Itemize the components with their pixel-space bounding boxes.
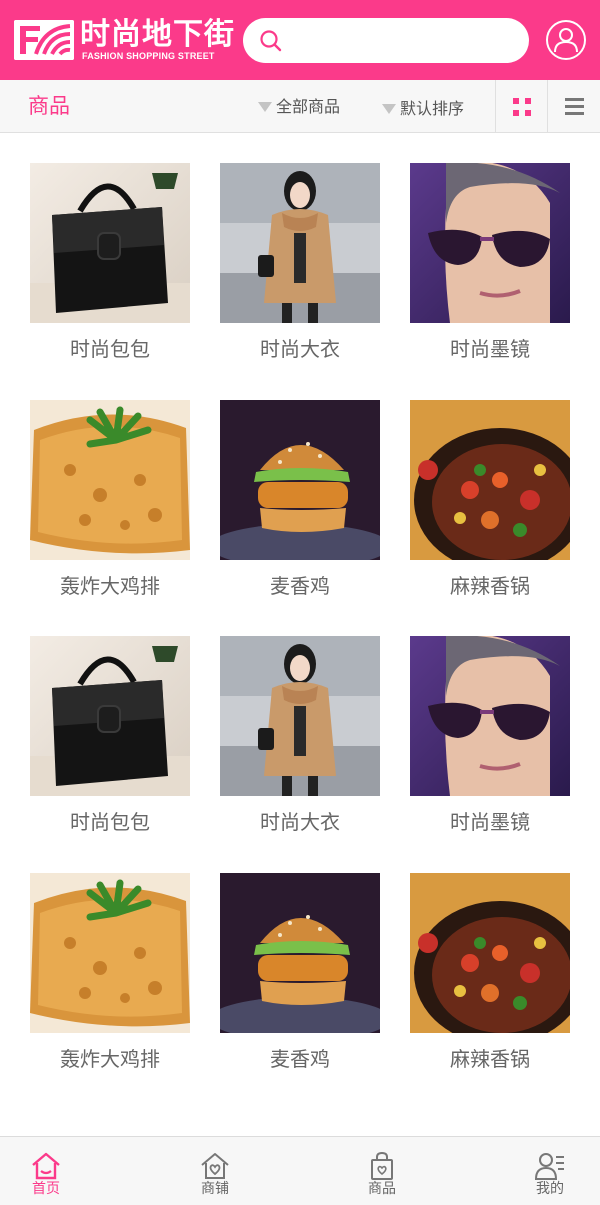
- nav-profile-label: 我的: [536, 1181, 564, 1197]
- product-image-chicken-cutlet[interactable]: [30, 873, 190, 1033]
- user-icon: [554, 28, 578, 53]
- product-name: 轰炸大鸡排: [60, 1047, 160, 1071]
- product-name: 时尚大衣: [260, 810, 340, 834]
- filter-all-label: 全部商品: [276, 97, 341, 116]
- filter-sort-label: 默认排序: [400, 99, 465, 118]
- product-image-handbag[interactable]: [30, 163, 190, 323]
- product-card[interactable]: 麻辣香锅: [410, 400, 570, 620]
- nav-home[interactable]: 首页: [6, 1137, 86, 1205]
- profile-icon: [534, 1153, 564, 1180]
- list-icon: [565, 98, 584, 115]
- product-name: 麦香鸡: [270, 1047, 330, 1071]
- product-image-burger[interactable]: [220, 873, 380, 1033]
- product-card[interactable]: 麦香鸡: [220, 873, 380, 1093]
- product-name: 时尚墨镜: [450, 337, 530, 361]
- logo-mark-icon: [14, 20, 74, 60]
- nav-shop-label: 商铺: [201, 1181, 229, 1197]
- product-name: 轰炸大鸡排: [60, 574, 160, 598]
- nav-products-label: 商品: [368, 1181, 396, 1197]
- product-name: 时尚包包: [70, 337, 150, 361]
- dropdown-triangle-icon: [258, 101, 272, 112]
- product-name: 时尚包包: [70, 810, 150, 834]
- page-title: 商品: [28, 94, 70, 118]
- product-card[interactable]: 时尚大衣: [220, 163, 380, 383]
- product-name: 麻辣香锅: [450, 1047, 530, 1071]
- product-card[interactable]: 时尚包包: [30, 163, 190, 383]
- product-name: 时尚大衣: [260, 337, 340, 361]
- category-bar: 商品 全部商品 默认排序: [0, 80, 600, 133]
- grid-icon: [513, 98, 531, 116]
- product-image-sunglasses[interactable]: [410, 636, 570, 796]
- search-icon[interactable]: [259, 29, 283, 53]
- nav-shop[interactable]: 商铺: [175, 1137, 255, 1205]
- product-name: 时尚墨镜: [450, 810, 530, 834]
- product-image-spicy-pot[interactable]: [410, 400, 570, 560]
- logo[interactable]: 时尚地下街 FASHION SHOPPING STREET: [14, 18, 234, 62]
- product-image-chicken-cutlet[interactable]: [30, 400, 190, 560]
- product-image-handbag[interactable]: [30, 636, 190, 796]
- product-card[interactable]: 时尚墨镜: [410, 163, 570, 383]
- product-image-spicy-pot[interactable]: [410, 873, 570, 1033]
- product-card[interactable]: 时尚包包: [30, 636, 190, 856]
- nav-profile[interactable]: 我的: [510, 1137, 590, 1205]
- product-card[interactable]: 时尚大衣: [220, 636, 380, 856]
- bag-icon: [371, 1151, 393, 1180]
- app-header: 时尚地下街 FASHION SHOPPING STREET: [0, 0, 600, 80]
- product-card[interactable]: 时尚墨镜: [410, 636, 570, 856]
- product-image-sunglasses[interactable]: [410, 163, 570, 323]
- list-view-button[interactable]: [547, 80, 599, 132]
- nav-home-label: 首页: [32, 1181, 60, 1197]
- product-image-burger[interactable]: [220, 400, 380, 560]
- brand-tagline: FASHION SHOPPING STREET: [82, 51, 215, 61]
- search-box[interactable]: [243, 18, 529, 63]
- product-name: 麦香鸡: [270, 574, 330, 598]
- product-card[interactable]: 麦香鸡: [220, 400, 380, 620]
- product-card[interactable]: 麻辣香锅: [410, 873, 570, 1093]
- nav-products[interactable]: 商品: [342, 1137, 422, 1205]
- home-icon: [32, 1152, 60, 1180]
- dropdown-triangle-icon: [382, 103, 396, 114]
- product-image-coat[interactable]: [220, 636, 380, 796]
- product-image-coat[interactable]: [220, 163, 380, 323]
- search-input[interactable]: [293, 26, 513, 55]
- filter-sort-default[interactable]: 默认排序: [382, 98, 464, 120]
- shop-icon: [201, 1153, 229, 1179]
- product-card[interactable]: 轰炸大鸡排: [30, 873, 190, 1093]
- product-card[interactable]: 轰炸大鸡排: [30, 400, 190, 620]
- grid-view-button[interactable]: [495, 80, 547, 132]
- user-profile-button[interactable]: [546, 20, 586, 60]
- product-name: 麻辣香锅: [450, 574, 530, 598]
- filter-all-products[interactable]: 全部商品: [258, 96, 340, 118]
- brand-name: 时尚地下街: [80, 17, 235, 52]
- bottom-nav: 首页 商铺 商品 我的: [0, 1136, 600, 1205]
